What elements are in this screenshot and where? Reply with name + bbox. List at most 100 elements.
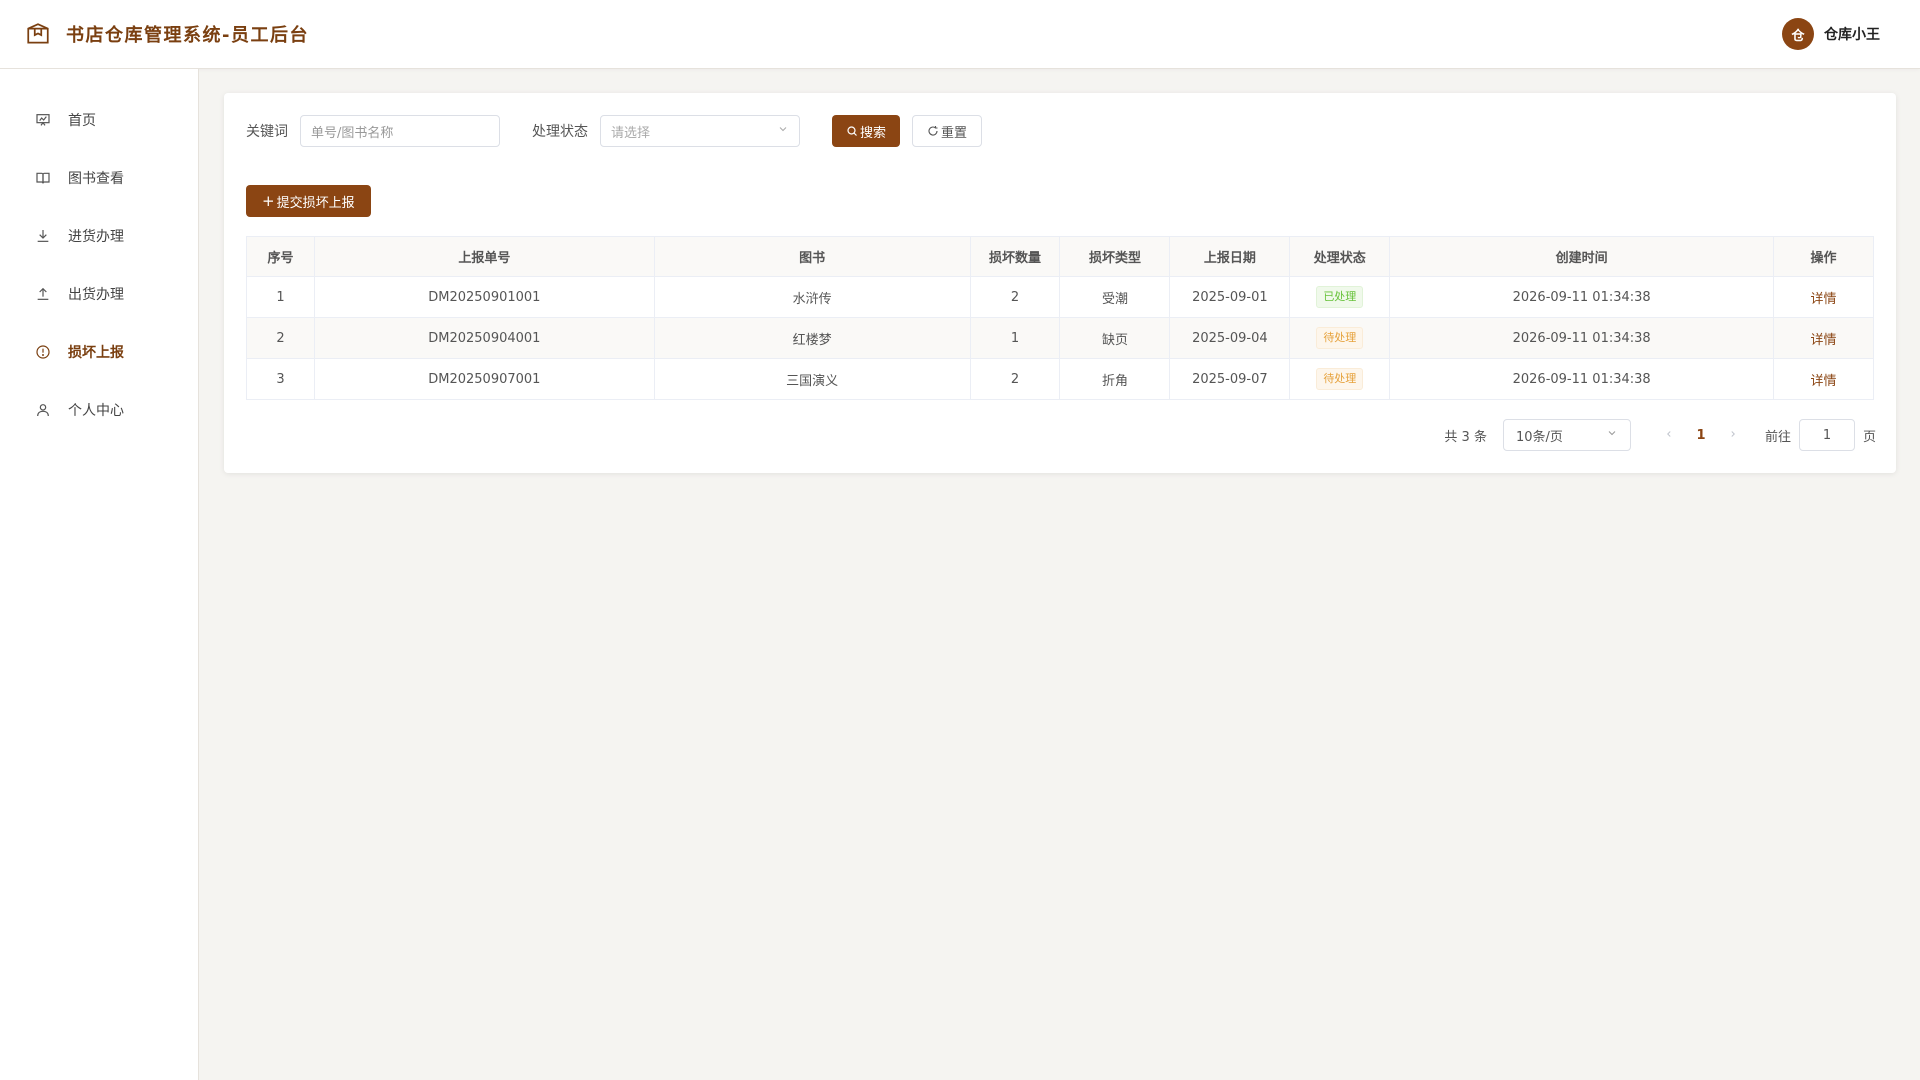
detail-link[interactable]: 详情 (1811, 292, 1837, 307)
cell-qty: 1 (969, 317, 1061, 359)
page-suffix: 页 (1862, 429, 1876, 445)
cell-index: 1 (246, 276, 315, 318)
sidebar-item-damage-report[interactable]: 损坏上报 (0, 323, 198, 381)
column-header: 序号 (246, 236, 315, 277)
cell-order-no: DM20250901001 (313, 276, 655, 318)
table-row: 1 DM20250901001 水浒传 2 受潮 2025-09-01 已处理 … (246, 276, 1874, 318)
keyword-label: 关键词 (246, 124, 288, 140)
reset-button-label: 重置 (941, 125, 968, 141)
cell-type: 折角 (1059, 358, 1171, 400)
cell-created: 2026-09-11 01:34:38 (1389, 276, 1775, 318)
user-menu[interactable]: 仓 仓库小王 (1782, 18, 1880, 50)
prev-page-button[interactable] (1653, 428, 1685, 443)
chevron-right-icon (1731, 430, 1735, 437)
cell-created: 2026-09-11 01:34:38 (1389, 317, 1775, 359)
column-header: 损坏数量 (969, 236, 1061, 277)
cell-status: 待处理 (1289, 317, 1391, 359)
cell-book: 三国演义 (653, 358, 971, 400)
table-row: 3 DM20250907001 三国演义 2 折角 2025-09-07 待处理… (246, 358, 1874, 400)
cell-date: 2025-09-04 (1169, 317, 1291, 359)
detail-link[interactable]: 详情 (1811, 374, 1837, 389)
cell-status: 待处理 (1289, 358, 1391, 400)
cell-date: 2025-09-01 (1169, 276, 1291, 318)
status-placeholder: 请选择 (611, 125, 651, 141)
brand: 书店仓库管理系统-员工后台 (24, 20, 309, 48)
next-page-button[interactable] (1717, 428, 1749, 443)
cell-type: 受潮 (1059, 276, 1171, 318)
search-button[interactable]: 搜索 (832, 115, 901, 147)
cell-order-no: DM20250904001 (313, 317, 655, 359)
reset-button[interactable]: 重置 (912, 115, 983, 147)
warning-circle-icon (34, 343, 52, 361)
keyword-input[interactable]: 单号/图书名称 (300, 115, 500, 147)
sidebar-item-label: 出货办理 (68, 287, 124, 303)
refresh-icon (927, 125, 939, 137)
cell-created: 2026-09-11 01:34:38 (1389, 358, 1775, 400)
avatar[interactable]: 仓 (1782, 18, 1814, 50)
cell-action: 详情 (1773, 276, 1874, 318)
damage-report-table: 序号 上报单号 图书 损坏数量 损坏类型 上报日期 处理状态 创建时间 操作 1… (246, 236, 1874, 400)
status-badge: 待处理 (1316, 327, 1364, 349)
sidebar: 首页 图书查看 进货办理 出货办理 损坏上报 个人中心 (0, 69, 199, 1080)
page-size-value: 10条/页 (1515, 429, 1563, 445)
chevron-down-icon (1606, 427, 1618, 443)
search-button-label: 搜索 (860, 125, 887, 141)
sidebar-item-label: 首页 (68, 113, 96, 129)
submit-damage-report-button[interactable]: + 提交损坏上报 (246, 185, 371, 217)
sidebar-item-label: 个人中心 (68, 403, 124, 419)
pagination: 共 3 条 10条/页 1 前往 页 (1444, 419, 1876, 451)
chevron-left-icon (1667, 430, 1671, 437)
column-header: 上报日期 (1169, 236, 1291, 277)
cell-type: 缺页 (1059, 317, 1171, 359)
table-header-row: 序号 上报单号 图书 损坏数量 损坏类型 上报日期 处理状态 创建时间 操作 (246, 236, 1874, 277)
sidebar-item-profile[interactable]: 个人中心 (0, 381, 198, 439)
sidebar-item-label: 损坏上报 (68, 345, 124, 361)
status-badge: 已处理 (1316, 286, 1364, 308)
main-card: 关键词 单号/图书名称 处理状态 请选择 搜索 重置 + 提交损坏上报 序号 上… (224, 93, 1896, 473)
cell-date: 2025-09-07 (1169, 358, 1291, 400)
status-select[interactable]: 请选择 (600, 115, 800, 147)
book-icon (34, 169, 52, 187)
sidebar-item-label: 图书查看 (68, 171, 124, 187)
app-title: 书店仓库管理系统-员工后台 (66, 25, 309, 46)
sidebar-item-home[interactable]: 首页 (0, 91, 198, 149)
cell-index: 2 (246, 317, 315, 359)
user-icon (34, 401, 52, 419)
cell-action: 详情 (1773, 358, 1874, 400)
sidebar-item-books[interactable]: 图书查看 (0, 149, 198, 207)
dashboard-icon (34, 111, 52, 129)
cell-qty: 2 (969, 358, 1061, 400)
sidebar-item-stock-in[interactable]: 进货办理 (0, 207, 198, 265)
column-header: 处理状态 (1289, 236, 1391, 277)
cell-book: 水浒传 (653, 276, 971, 318)
column-header: 创建时间 (1389, 236, 1775, 277)
package-icon (24, 20, 52, 48)
status-label: 处理状态 (532, 124, 588, 140)
sidebar-item-label: 进货办理 (68, 229, 124, 245)
column-header: 图书 (653, 236, 971, 277)
top-header: 书店仓库管理系统-员工后台 仓 仓库小王 (0, 0, 1920, 69)
goto-page-input[interactable] (1798, 419, 1855, 451)
column-header: 操作 (1773, 236, 1874, 277)
table-row: 2 DM20250904001 红楼梦 1 缺页 2025-09-04 待处理 … (246, 317, 1874, 359)
status-badge: 待处理 (1316, 368, 1364, 390)
detail-link[interactable]: 详情 (1811, 333, 1837, 348)
cell-book: 红楼梦 (653, 317, 971, 359)
keyword-placeholder: 单号/图书名称 (311, 125, 394, 141)
filter-bar: 关键词 单号/图书名称 处理状态 请选择 搜索 重置 (246, 115, 983, 147)
download-icon (34, 227, 52, 245)
column-header: 损坏类型 (1059, 236, 1171, 277)
submit-damage-report-label: 提交损坏上报 (276, 195, 355, 211)
cell-status: 已处理 (1289, 276, 1391, 318)
sidebar-item-stock-out[interactable]: 出货办理 (0, 265, 198, 323)
plus-icon: + (262, 192, 275, 210)
page-number-current[interactable]: 1 (1685, 428, 1717, 443)
page-size-select[interactable]: 10条/页 (1502, 419, 1631, 451)
cell-order-no: DM20250907001 (313, 358, 655, 400)
cell-qty: 2 (969, 276, 1061, 318)
chevron-down-icon (777, 123, 789, 139)
upload-icon (34, 285, 52, 303)
total-count: 共 3 条 (1444, 429, 1487, 445)
username[interactable]: 仓库小王 (1824, 24, 1880, 44)
search-icon (846, 125, 858, 137)
